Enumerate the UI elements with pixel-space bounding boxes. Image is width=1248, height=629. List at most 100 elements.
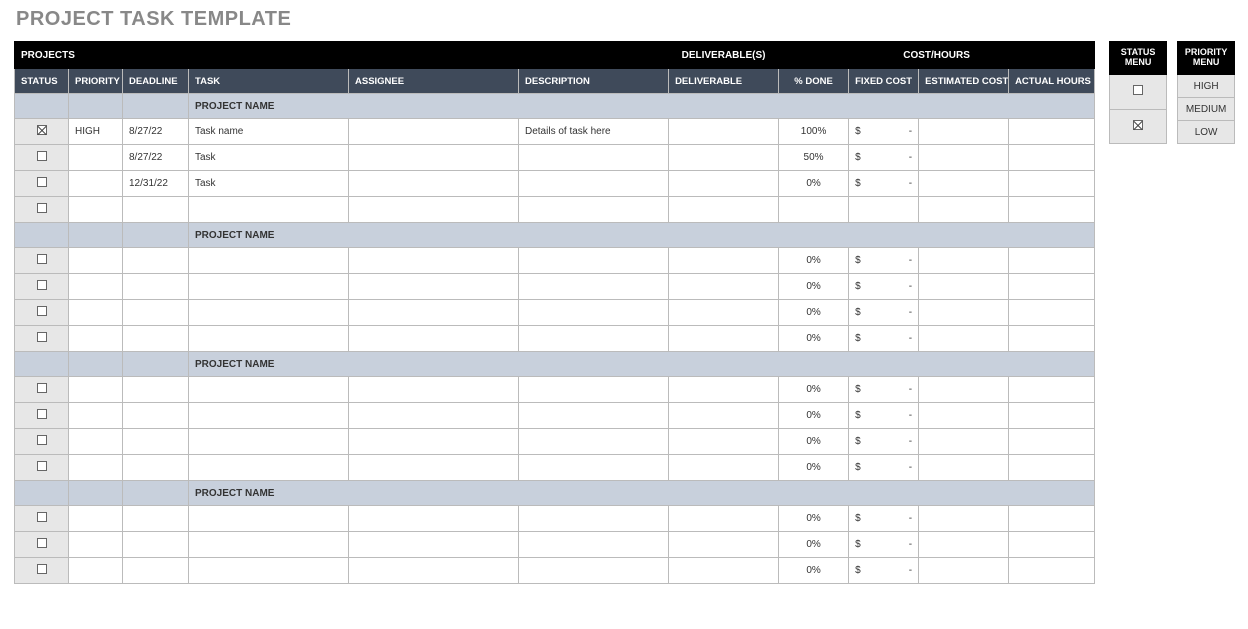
- cell-priority[interactable]: [69, 326, 123, 352]
- cell-status[interactable]: [15, 171, 69, 197]
- cell-actual-hours[interactable]: [1009, 197, 1095, 223]
- cell-est-cost[interactable]: [919, 558, 1009, 584]
- cell-assignee[interactable]: [349, 558, 519, 584]
- cell-est-cost[interactable]: [919, 197, 1009, 223]
- cell-task[interactable]: [189, 506, 349, 532]
- cell-done[interactable]: 0%: [779, 403, 849, 429]
- cell-done[interactable]: 0%: [779, 506, 849, 532]
- cell-fixed-cost[interactable]: $-: [849, 558, 919, 584]
- cell-deadline[interactable]: [123, 197, 189, 223]
- checkbox-icon[interactable]: [37, 125, 47, 135]
- cell-deadline[interactable]: [123, 558, 189, 584]
- cell-assignee[interactable]: [349, 429, 519, 455]
- checkbox-icon[interactable]: [37, 383, 47, 393]
- cell-task[interactable]: [189, 558, 349, 584]
- checkbox-icon[interactable]: [37, 332, 47, 342]
- cell-deadline[interactable]: [123, 377, 189, 403]
- cell-fixed-cost[interactable]: $-: [849, 300, 919, 326]
- cell-assignee[interactable]: [349, 326, 519, 352]
- cell-fixed-cost[interactable]: $-: [849, 119, 919, 145]
- cell-priority[interactable]: [69, 377, 123, 403]
- cell-assignee[interactable]: [349, 300, 519, 326]
- cell-deadline[interactable]: 8/27/22: [123, 145, 189, 171]
- cell-assignee[interactable]: [349, 506, 519, 532]
- cell-est-cost[interactable]: [919, 300, 1009, 326]
- cell-status[interactable]: [15, 300, 69, 326]
- checkbox-icon[interactable]: [37, 151, 47, 161]
- cell-deliverable[interactable]: [669, 403, 779, 429]
- cell-actual-hours[interactable]: [1009, 403, 1095, 429]
- checkbox-icon[interactable]: [37, 461, 47, 471]
- checkbox-icon[interactable]: [37, 203, 47, 213]
- cell-est-cost[interactable]: [919, 506, 1009, 532]
- cell-status[interactable]: [15, 274, 69, 300]
- cell-deliverable[interactable]: [669, 532, 779, 558]
- cell-est-cost[interactable]: [919, 248, 1009, 274]
- cell-est-cost[interactable]: [919, 274, 1009, 300]
- status-menu-item[interactable]: [1110, 75, 1167, 110]
- checkbox-icon[interactable]: [37, 409, 47, 419]
- cell-deadline[interactable]: [123, 326, 189, 352]
- cell-actual-hours[interactable]: [1009, 248, 1095, 274]
- cell-status[interactable]: [15, 429, 69, 455]
- cell-done[interactable]: 0%: [779, 455, 849, 481]
- cell-priority[interactable]: [69, 429, 123, 455]
- cell-task[interactable]: [189, 197, 349, 223]
- cell-assignee[interactable]: [349, 171, 519, 197]
- cell-deadline[interactable]: [123, 532, 189, 558]
- cell-description[interactable]: [519, 455, 669, 481]
- checkbox-icon[interactable]: [37, 538, 47, 548]
- cell-status[interactable]: [15, 119, 69, 145]
- cell-priority[interactable]: [69, 300, 123, 326]
- cell-task[interactable]: [189, 403, 349, 429]
- cell-actual-hours[interactable]: [1009, 455, 1095, 481]
- cell-priority[interactable]: [69, 145, 123, 171]
- cell-priority[interactable]: [69, 248, 123, 274]
- cell-status[interactable]: [15, 455, 69, 481]
- cell-status[interactable]: [15, 532, 69, 558]
- cell-actual-hours[interactable]: [1009, 532, 1095, 558]
- cell-fixed-cost[interactable]: $-: [849, 532, 919, 558]
- cell-assignee[interactable]: [349, 274, 519, 300]
- cell-actual-hours[interactable]: [1009, 558, 1095, 584]
- checkbox-icon[interactable]: [37, 435, 47, 445]
- cell-actual-hours[interactable]: [1009, 145, 1095, 171]
- cell-deliverable[interactable]: [669, 248, 779, 274]
- cell-status[interactable]: [15, 248, 69, 274]
- cell-done[interactable]: 0%: [779, 171, 849, 197]
- cell-priority[interactable]: HIGH: [69, 119, 123, 145]
- cell-done[interactable]: 100%: [779, 119, 849, 145]
- cell-status[interactable]: [15, 326, 69, 352]
- cell-assignee[interactable]: [349, 145, 519, 171]
- cell-priority[interactable]: [69, 506, 123, 532]
- cell-status[interactable]: [15, 197, 69, 223]
- section-title[interactable]: PROJECT NAME: [189, 94, 1095, 119]
- checkbox-icon[interactable]: [37, 512, 47, 522]
- cell-description[interactable]: Details of task here: [519, 119, 669, 145]
- checkbox-icon[interactable]: [37, 177, 47, 187]
- cell-deadline[interactable]: [123, 506, 189, 532]
- cell-deliverable[interactable]: [669, 300, 779, 326]
- cell-description[interactable]: [519, 145, 669, 171]
- cell-fixed-cost[interactable]: [849, 197, 919, 223]
- cell-status[interactable]: [15, 558, 69, 584]
- cell-task[interactable]: [189, 326, 349, 352]
- cell-status[interactable]: [15, 377, 69, 403]
- status-menu-item[interactable]: [1110, 109, 1167, 144]
- cell-priority[interactable]: [69, 197, 123, 223]
- section-title[interactable]: PROJECT NAME: [189, 481, 1095, 506]
- cell-est-cost[interactable]: [919, 455, 1009, 481]
- cell-priority[interactable]: [69, 403, 123, 429]
- cell-fixed-cost[interactable]: $-: [849, 171, 919, 197]
- cell-task[interactable]: Task: [189, 171, 349, 197]
- cell-est-cost[interactable]: [919, 119, 1009, 145]
- cell-status[interactable]: [15, 145, 69, 171]
- cell-task[interactable]: [189, 248, 349, 274]
- cell-done[interactable]: 0%: [779, 326, 849, 352]
- cell-done[interactable]: 0%: [779, 377, 849, 403]
- checkbox-icon[interactable]: [37, 306, 47, 316]
- cell-done[interactable]: 0%: [779, 558, 849, 584]
- cell-deadline[interactable]: [123, 429, 189, 455]
- cell-description[interactable]: [519, 532, 669, 558]
- cell-actual-hours[interactable]: [1009, 274, 1095, 300]
